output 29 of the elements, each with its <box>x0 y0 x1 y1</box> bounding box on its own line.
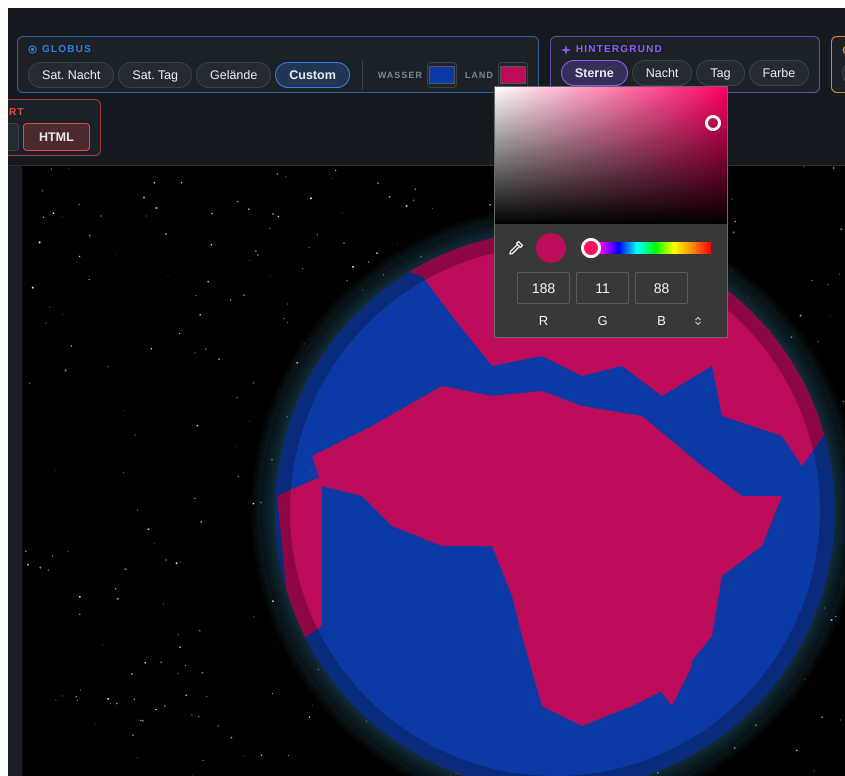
channel-input[interactable]: 188 <box>517 272 570 304</box>
option-button[interactable]: Gelände <box>196 62 272 88</box>
option-button[interactable]: Farbe <box>748 60 810 86</box>
sparkle-icon <box>560 44 571 54</box>
option-button[interactable]: Sat. Nacht <box>28 62 114 88</box>
hue-thumb[interactable] <box>581 238 602 258</box>
swatch-label: LAND <box>464 70 494 80</box>
group-label: GLOBUS <box>42 44 92 55</box>
channel-label: R <box>538 313 550 328</box>
toggle-icon[interactable] <box>694 316 702 326</box>
swatch-label: WASSER <box>378 70 423 80</box>
option-button[interactable]: Custom <box>275 62 350 88</box>
channel-label: G <box>596 313 609 328</box>
color-swatch[interactable] <box>498 62 528 88</box>
option-button[interactable]: HTML <box>23 123 90 151</box>
option-button[interactable]: Tag <box>696 60 745 86</box>
channel-input[interactable]: 88 <box>635 272 688 304</box>
group-label: RT <box>9 107 25 118</box>
saturation-area[interactable] <box>495 87 727 224</box>
group-label: HINTERGRUND <box>576 44 663 55</box>
channel-input[interactable]: 11 <box>576 272 629 304</box>
option-button[interactable]: Nacht <box>632 60 692 86</box>
picker-handle[interactable] <box>705 114 722 131</box>
color-swatch[interactable] <box>426 62 457 88</box>
channel-label: B <box>656 313 667 328</box>
eyedropper-icon[interactable] <box>508 240 524 256</box>
option-button[interactable]: Sat. Tag <box>118 62 192 88</box>
target-icon <box>28 45 37 54</box>
option-button[interactable]: Sterne <box>560 60 628 86</box>
